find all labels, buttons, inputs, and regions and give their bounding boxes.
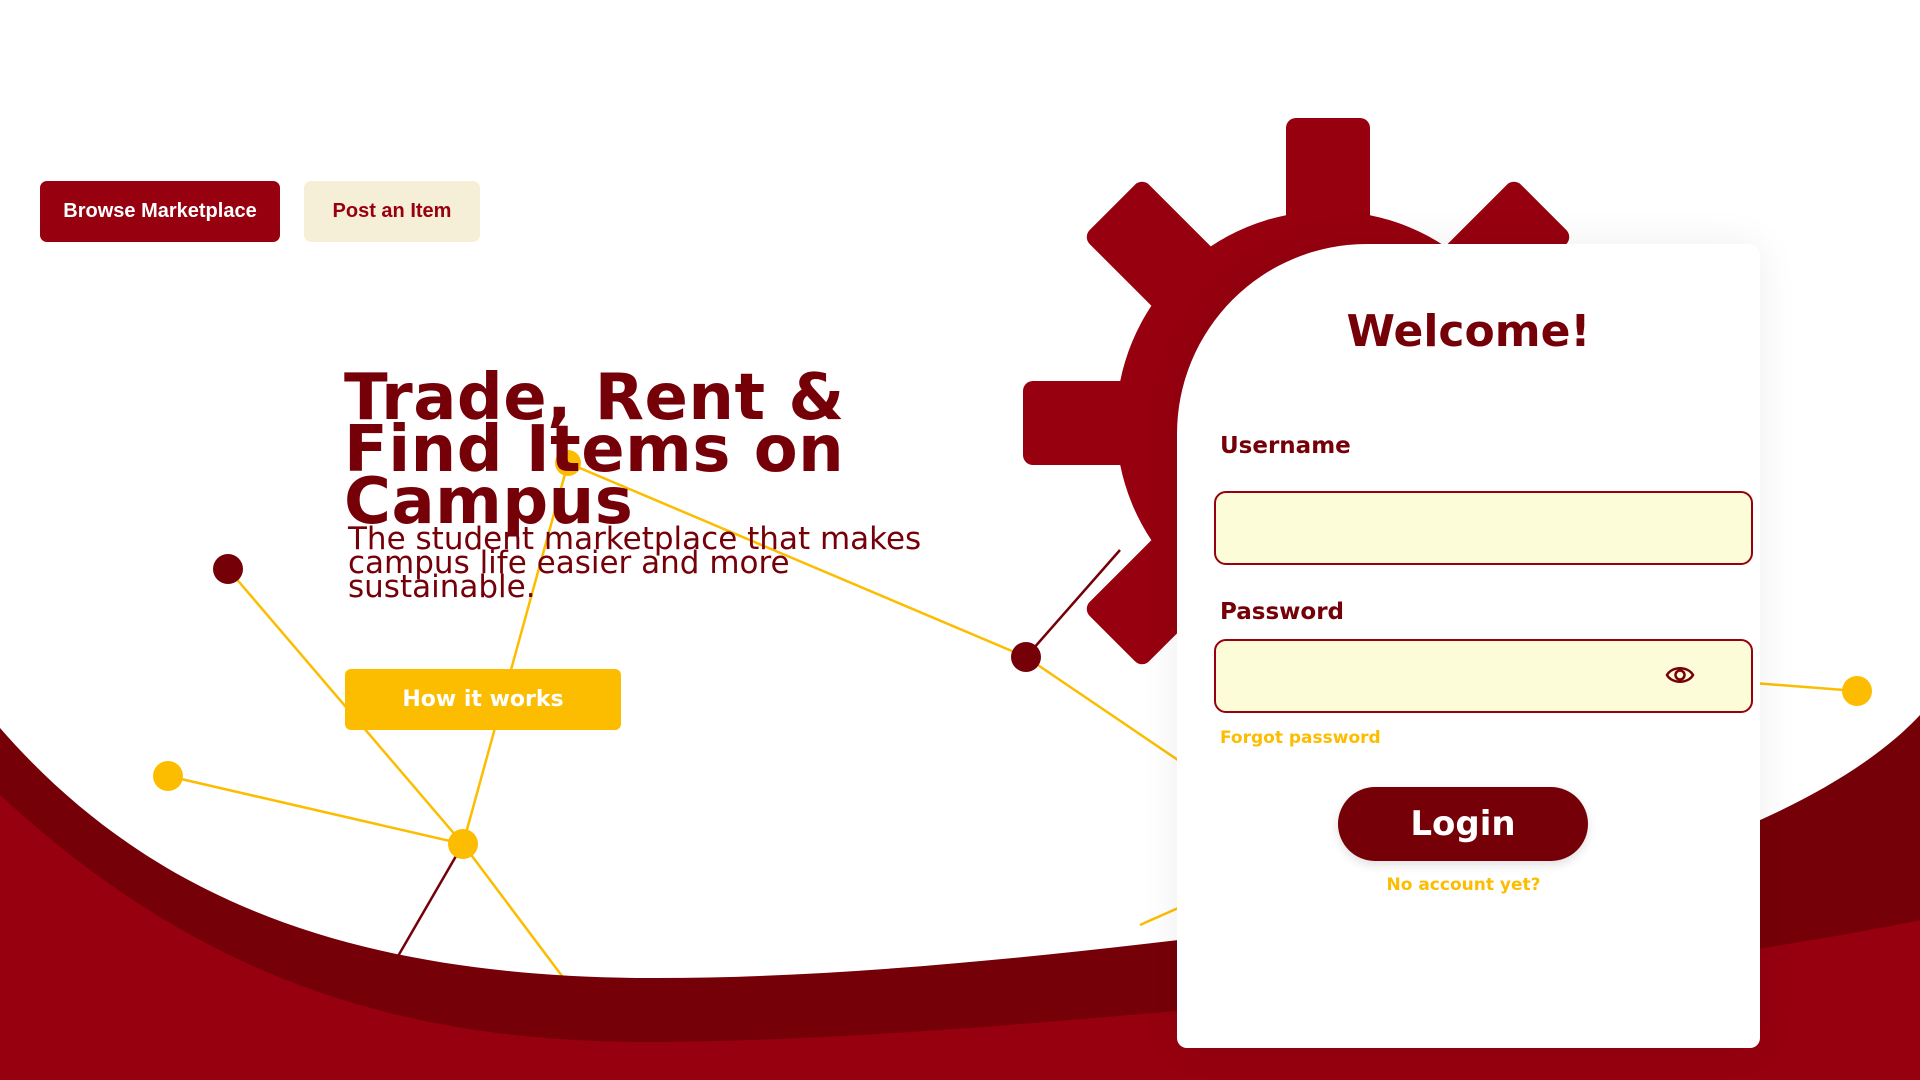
username-input[interactable] (1214, 491, 1753, 565)
how-it-works-button[interactable]: How it works (345, 669, 621, 730)
username-label: Username (1220, 433, 1351, 459)
hero-title: Trade, Rent & Find Items on Campus (344, 361, 845, 539)
no-account-link[interactable]: No account yet? (1177, 875, 1750, 895)
login-button[interactable]: Login (1338, 787, 1588, 861)
forgot-password-link[interactable]: Forgot password (1220, 728, 1381, 748)
browse-marketplace-button[interactable]: Browse Marketplace (40, 181, 280, 242)
login-card: Welcome! Username Password Forgot passwo… (1177, 244, 1760, 1048)
hero-subtitle: The student marketplace that makes campu… (348, 521, 922, 605)
eye-icon[interactable] (1665, 662, 1695, 688)
post-item-button[interactable]: Post an Item (304, 181, 480, 242)
password-label: Password (1220, 599, 1344, 625)
welcome-heading: Welcome! (1346, 306, 1591, 357)
